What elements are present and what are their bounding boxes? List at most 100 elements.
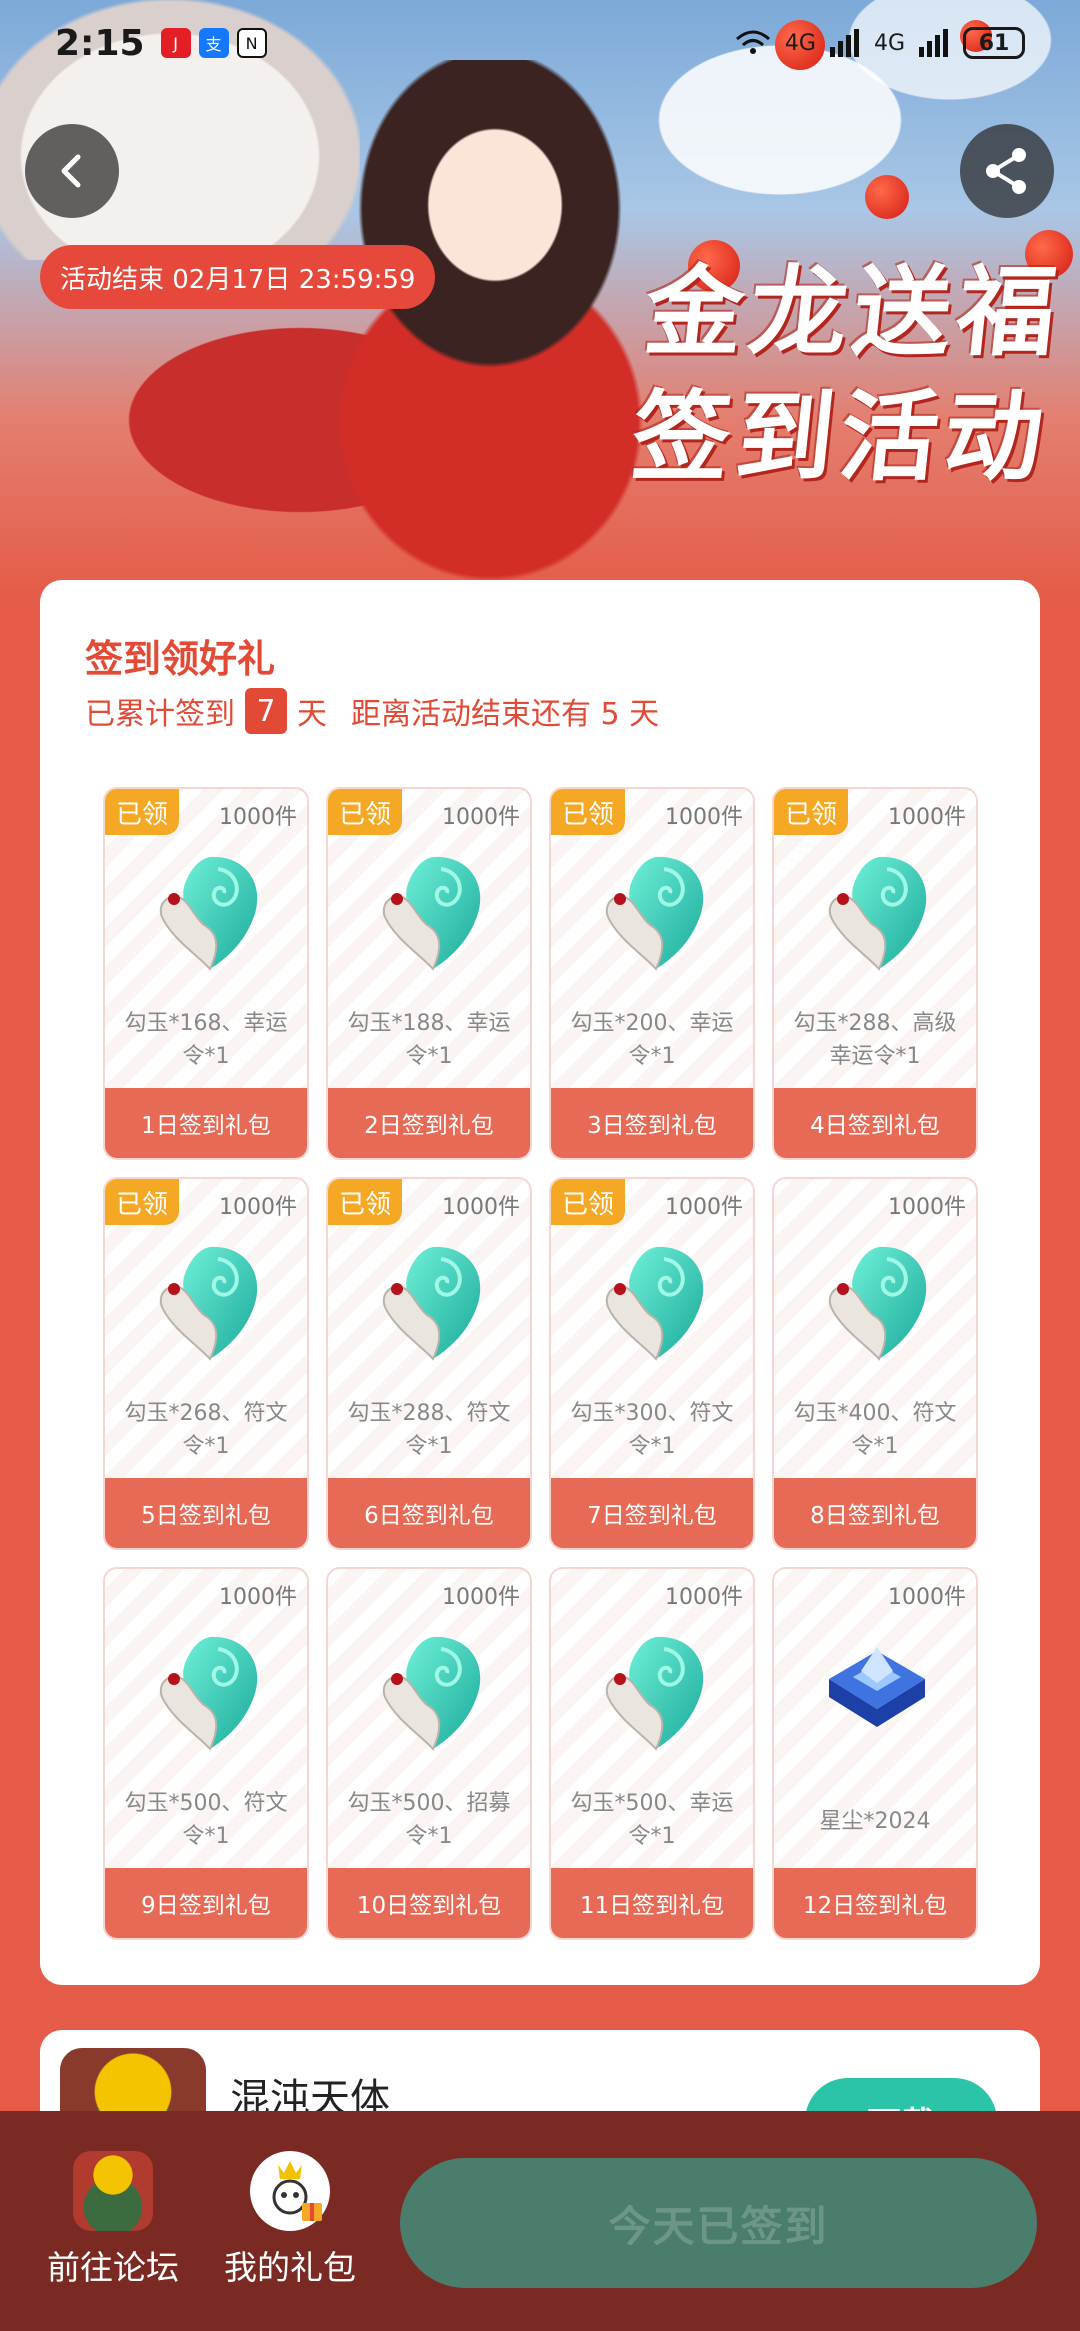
gift-desc-line1: 勾玉*288、符文 bbox=[347, 1401, 511, 1426]
gift-desc-line2: 令*1 bbox=[182, 1434, 230, 1459]
gift-avatar-icon bbox=[250, 2151, 330, 2231]
gift-grid: 已领 1000件 勾玉*168、幸运 令*1 1日签到礼包 已领 1000件 勾玉*188… bbox=[103, 787, 978, 1942]
alipay-icon: 支 bbox=[198, 28, 229, 58]
signed-today-button[interactable]: 今天已签到 bbox=[400, 2158, 1037, 2288]
gift-desc-line2: 令*1 bbox=[628, 1824, 676, 1849]
gift-label: 5日签到礼包 bbox=[105, 1478, 307, 1548]
gift-desc: 勾玉*500、招募 令*1 bbox=[336, 1787, 522, 1853]
bottom-bar: 前往论坛 我的礼包 今天已签到 bbox=[0, 2111, 1080, 2331]
gift-card[interactable]: 已领 1000件 勾玉*288、符文 令*1 6日签到礼包 bbox=[326, 1177, 532, 1550]
my-gifts-button[interactable]: 我的礼包 bbox=[220, 2151, 360, 2289]
banner-title-line1: 金龙送福 bbox=[639, 255, 1068, 370]
gift-desc-line1: 勾玉*188、幸运 bbox=[347, 1011, 511, 1036]
gift-card[interactable]: 1000件 勾玉*500、幸运 令*1 11日签到礼包 bbox=[549, 1567, 755, 1940]
gift-label: 2日签到礼包 bbox=[328, 1088, 530, 1158]
gift-desc-line1: 星尘*2024 bbox=[819, 1809, 931, 1834]
gift-stock: 1000件 bbox=[665, 1585, 743, 1610]
my-gifts-label: 我的礼包 bbox=[224, 2248, 356, 2287]
gift-card[interactable]: 1000件 勾玉*400、符文 令*1 8日签到礼包 bbox=[772, 1177, 978, 1550]
gift-desc-line1: 勾玉*168、幸运 bbox=[124, 1011, 288, 1036]
nfc-icon: N bbox=[236, 28, 267, 58]
gift-desc-line1: 勾玉*288、高级 bbox=[793, 1011, 957, 1036]
forum-button[interactable]: 前往论坛 bbox=[43, 2151, 183, 2289]
magatama-jade-icon bbox=[594, 1237, 714, 1367]
gift-stock: 1000件 bbox=[219, 1195, 297, 1220]
chevron-left-icon bbox=[61, 154, 81, 188]
gift-desc-line2: 令*1 bbox=[405, 1824, 453, 1849]
magatama-jade-icon bbox=[594, 847, 714, 977]
gift-label: 9日签到礼包 bbox=[105, 1868, 307, 1938]
gift-desc-line2: 令*1 bbox=[628, 1044, 676, 1069]
gift-card[interactable]: 已领 1000件 勾玉*288、高级 幸运令*1 4日签到礼包 bbox=[772, 787, 978, 1160]
gift-label: 10日签到礼包 bbox=[328, 1868, 530, 1938]
gift-desc-line2: 令*1 bbox=[628, 1434, 676, 1459]
gift-card[interactable]: 已领 1000件 勾玉*200、幸运 令*1 3日签到礼包 bbox=[549, 787, 755, 1160]
gift-desc-line2: 令*1 bbox=[182, 1824, 230, 1849]
gift-desc: 勾玉*500、幸运 令*1 bbox=[559, 1787, 745, 1853]
gift-card[interactable]: 1000件 勾玉*500、符文 令*1 9日签到礼包 bbox=[103, 1567, 309, 1940]
gift-desc-line1: 勾玉*500、招募 bbox=[347, 1791, 511, 1816]
magatama-jade-icon bbox=[371, 847, 491, 977]
gift-card[interactable]: 已领 1000件 勾玉*168、幸运 令*1 1日签到礼包 bbox=[103, 787, 309, 1160]
cumulative-prefix: 已累计签到 bbox=[85, 697, 235, 732]
gift-stock: 1000件 bbox=[219, 1585, 297, 1610]
gift-desc-line1: 勾玉*268、符文 bbox=[124, 1401, 288, 1426]
magatama-jade-icon bbox=[148, 1627, 268, 1757]
signin-card: 签到领好礼 已累计签到 7 天 距离活动结束还有 5 天 已领 1000件 勾玉*… bbox=[40, 580, 1040, 1985]
share-icon bbox=[986, 148, 1026, 194]
gift-card[interactable]: 1000件 勾玉*500、招募 令*1 10日签到礼包 bbox=[326, 1567, 532, 1940]
signin-progress: 已累计签到 7 天 距离活动结束还有 5 天 bbox=[85, 688, 659, 734]
gift-stock: 1000件 bbox=[442, 1585, 520, 1610]
magatama-jade-icon bbox=[371, 1237, 491, 1367]
banner-title: 金龙送福 签到活动 bbox=[626, 250, 1068, 500]
share-button[interactable] bbox=[960, 124, 1054, 218]
claimed-tag: 已领 bbox=[774, 789, 848, 835]
claimed-tag: 已领 bbox=[328, 1179, 402, 1225]
back-button[interactable] bbox=[25, 124, 119, 218]
gift-desc: 勾玉*168、幸运 令*1 bbox=[113, 1007, 299, 1073]
lantern-icon bbox=[865, 175, 909, 219]
gift-card[interactable]: 已领 1000件 勾玉*300、符文 令*1 7日签到礼包 bbox=[549, 1177, 755, 1550]
cumulative-suffix: 天 bbox=[297, 697, 327, 732]
gift-card[interactable]: 已领 1000件 勾玉*188、幸运 令*1 2日签到礼包 bbox=[326, 787, 532, 1160]
gift-desc-line1: 勾玉*400、符文 bbox=[793, 1401, 957, 1426]
remaining-days-text: 距离活动结束还有 5 天 bbox=[351, 697, 660, 732]
gift-desc-line2: 令*1 bbox=[405, 1044, 453, 1069]
magatama-jade-icon bbox=[594, 1627, 714, 1757]
gift-stock: 1000件 bbox=[665, 1195, 743, 1220]
claimed-tag: 已领 bbox=[105, 789, 179, 835]
gift-desc: 勾玉*288、符文 令*1 bbox=[336, 1397, 522, 1463]
claimed-tag: 已领 bbox=[105, 1179, 179, 1225]
gift-desc: 勾玉*288、高级 幸运令*1 bbox=[782, 1007, 968, 1073]
gift-label: 4日签到礼包 bbox=[774, 1088, 976, 1158]
signin-title: 签到领好礼 bbox=[85, 637, 276, 681]
girl-illustration-face bbox=[420, 120, 570, 290]
gift-stock: 1000件 bbox=[442, 1195, 520, 1220]
gift-desc-line2: 令*1 bbox=[405, 1434, 453, 1459]
signal-icon bbox=[919, 29, 948, 57]
gift-desc: 勾玉*400、符文 令*1 bbox=[782, 1397, 968, 1463]
gift-label: 7日签到礼包 bbox=[551, 1478, 753, 1548]
network-label-1: 4G bbox=[784, 30, 816, 56]
status-bar: 2:15 J 支 N 4G 4G 61 bbox=[0, 0, 1080, 86]
gift-desc: 勾玉*500、符文 令*1 bbox=[113, 1787, 299, 1853]
magatama-jade-icon bbox=[817, 1237, 937, 1367]
gift-desc-line2: 令*1 bbox=[851, 1434, 899, 1459]
gift-label: 8日签到礼包 bbox=[774, 1478, 976, 1548]
gift-card[interactable]: 已领 1000件 勾玉*268、符文 令*1 5日签到礼包 bbox=[103, 1177, 309, 1550]
gift-stock: 1000件 bbox=[888, 805, 966, 830]
gift-stock: 1000件 bbox=[665, 805, 743, 830]
signal-icon bbox=[829, 29, 859, 57]
magatama-jade-icon bbox=[148, 1237, 268, 1367]
banner: 金龙送福 签到活动 活动结束 02月17日 23:59:59 bbox=[0, 0, 1080, 600]
event-end-badge: 活动结束 02月17日 23:59:59 bbox=[40, 245, 436, 309]
gift-card[interactable]: 1000件 星尘*2024 12日签到礼包 bbox=[772, 1567, 978, 1940]
stardust-gem-icon bbox=[817, 1627, 937, 1757]
network-label-2: 4G bbox=[873, 30, 905, 56]
wifi-icon bbox=[735, 30, 770, 54]
gift-desc-line1: 勾玉*500、幸运 bbox=[570, 1791, 734, 1816]
magatama-jade-icon bbox=[148, 847, 268, 977]
gift-desc-line2: 幸运令*1 bbox=[829, 1044, 921, 1069]
gift-desc: 星尘*2024 bbox=[782, 1805, 968, 1838]
claimed-tag: 已领 bbox=[328, 789, 402, 835]
